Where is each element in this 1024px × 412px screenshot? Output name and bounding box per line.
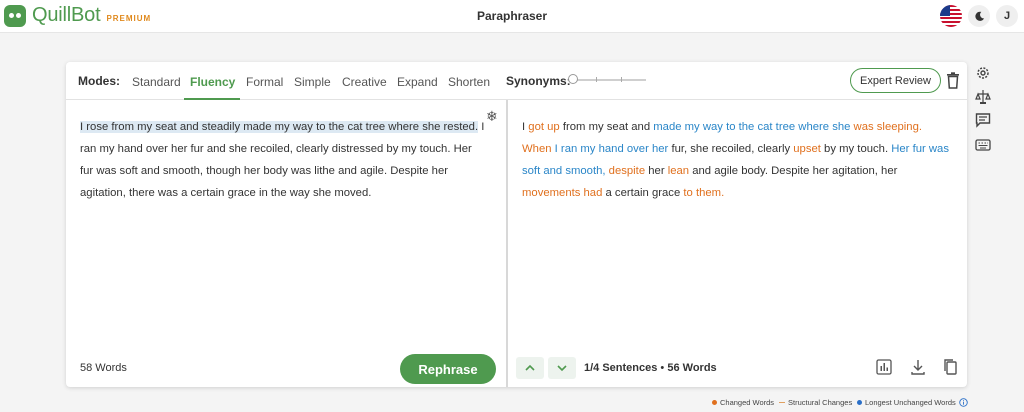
download-icon[interactable] bbox=[910, 358, 926, 376]
changed-word[interactable]: upset bbox=[793, 143, 821, 155]
page-title: Paraphraser bbox=[476, 9, 548, 23]
us-flag-icon[interactable] bbox=[940, 5, 962, 27]
dark-mode-toggle[interactable] bbox=[968, 5, 990, 27]
mode-formal[interactable]: Formal bbox=[246, 75, 283, 89]
sentence-info: 1/4 Sentences • 56 Words bbox=[584, 362, 717, 374]
changed-dot bbox=[712, 400, 717, 405]
output-pane: I got up from my seat and made my way to… bbox=[508, 100, 967, 387]
legend-changed-label: Changed Words bbox=[720, 398, 775, 407]
structural-dash bbox=[779, 402, 785, 403]
top-right-controls: J bbox=[940, 5, 1018, 27]
legend-changed: Changed Words bbox=[712, 398, 774, 407]
legend-structural: Structural Changes bbox=[779, 398, 852, 407]
synonyms-slider-handle[interactable] bbox=[568, 74, 578, 84]
user-avatar[interactable]: J bbox=[996, 5, 1018, 27]
mode-fluency[interactable]: Fluency bbox=[190, 75, 235, 89]
changed-word[interactable]: got up bbox=[528, 121, 559, 133]
synonyms-slider-tick bbox=[596, 77, 597, 82]
plain-text: her bbox=[645, 165, 668, 177]
mode-shorten[interactable]: Shorten bbox=[448, 75, 490, 89]
mode-creative[interactable]: Creative bbox=[342, 75, 387, 89]
plain-text: a certain grace bbox=[602, 187, 684, 199]
stats-icon[interactable] bbox=[876, 358, 892, 376]
plain-text: and agile body. Despite her agitation, h… bbox=[689, 165, 898, 177]
changed-word[interactable]: When bbox=[522, 143, 552, 155]
rephrase-button[interactable]: Rephrase bbox=[400, 354, 496, 384]
legend-structural-label: Structural Changes bbox=[788, 398, 853, 407]
changed-word[interactable]: to them. bbox=[683, 187, 724, 199]
longest-dot bbox=[857, 400, 862, 405]
input-text[interactable]: I rose from my seat and steadily made my… bbox=[80, 116, 485, 204]
changed-word[interactable]: was sleeping. bbox=[850, 121, 922, 133]
mode-standard[interactable]: Standard bbox=[132, 75, 181, 89]
plain-text: fur, she recoiled, clearly bbox=[668, 143, 794, 155]
mode-expand[interactable]: Expand bbox=[397, 75, 438, 89]
sentence-counter: 1/4 Sentences bbox=[584, 362, 658, 374]
legend-longest: Longest Unchanged Words bbox=[857, 398, 956, 407]
output-text[interactable]: I got up from my seat and made my way to… bbox=[522, 116, 952, 204]
changed-word[interactable]: movements had bbox=[522, 187, 602, 199]
input-pane[interactable]: ❄ I rose from my seat and steadily made … bbox=[66, 100, 506, 387]
copy-icon[interactable] bbox=[942, 358, 958, 376]
trash-icon[interactable] bbox=[946, 72, 960, 89]
previous-sentence-button[interactable] bbox=[516, 357, 544, 379]
mode-simple[interactable]: Simple bbox=[294, 75, 331, 89]
legend-longest-label: Longest Unchanged Words bbox=[865, 398, 956, 407]
chevron-down-icon bbox=[557, 365, 567, 372]
plain-text: from my seat and bbox=[559, 121, 654, 133]
snowflake-icon[interactable]: ❄ bbox=[486, 108, 498, 125]
modes-label: Modes: bbox=[78, 74, 120, 88]
paraphraser-card: Modes: Standard Fluency Formal Simple Cr… bbox=[66, 62, 967, 387]
output-word-count: 56 Words bbox=[667, 362, 717, 374]
moon-icon bbox=[974, 11, 984, 21]
highlighted-sentence: I rose from my seat and steadily made my… bbox=[80, 121, 479, 133]
top-bar: QuillBot PREMIUM Paraphraser J bbox=[0, 0, 1024, 33]
synonyms-slider-tick bbox=[621, 77, 622, 82]
changed-word[interactable]: despite bbox=[606, 165, 645, 177]
info-icon[interactable] bbox=[959, 398, 968, 407]
plain-text: by my touch. bbox=[820, 143, 892, 155]
compare-icon[interactable] bbox=[975, 89, 991, 105]
unchanged-phrase: I ran my hand over her bbox=[551, 143, 669, 155]
changed-word[interactable]: lean bbox=[668, 165, 689, 177]
synonyms-label: Synonyms: bbox=[506, 74, 571, 88]
chevron-up-icon bbox=[525, 364, 535, 371]
gear-icon[interactable] bbox=[975, 65, 991, 81]
input-word-count: 58 Words bbox=[80, 362, 127, 374]
unchanged-phrase: made my way to the cat tree where she bbox=[653, 121, 851, 133]
feedback-icon[interactable] bbox=[975, 112, 991, 128]
keyboard-icon[interactable] bbox=[975, 137, 991, 153]
synonyms-slider-track[interactable] bbox=[572, 79, 646, 81]
expert-review-button[interactable]: Expert Review bbox=[850, 68, 941, 93]
next-sentence-button[interactable] bbox=[548, 357, 576, 379]
modes-bar: Modes: Standard Fluency Formal Simple Cr… bbox=[66, 62, 967, 100]
